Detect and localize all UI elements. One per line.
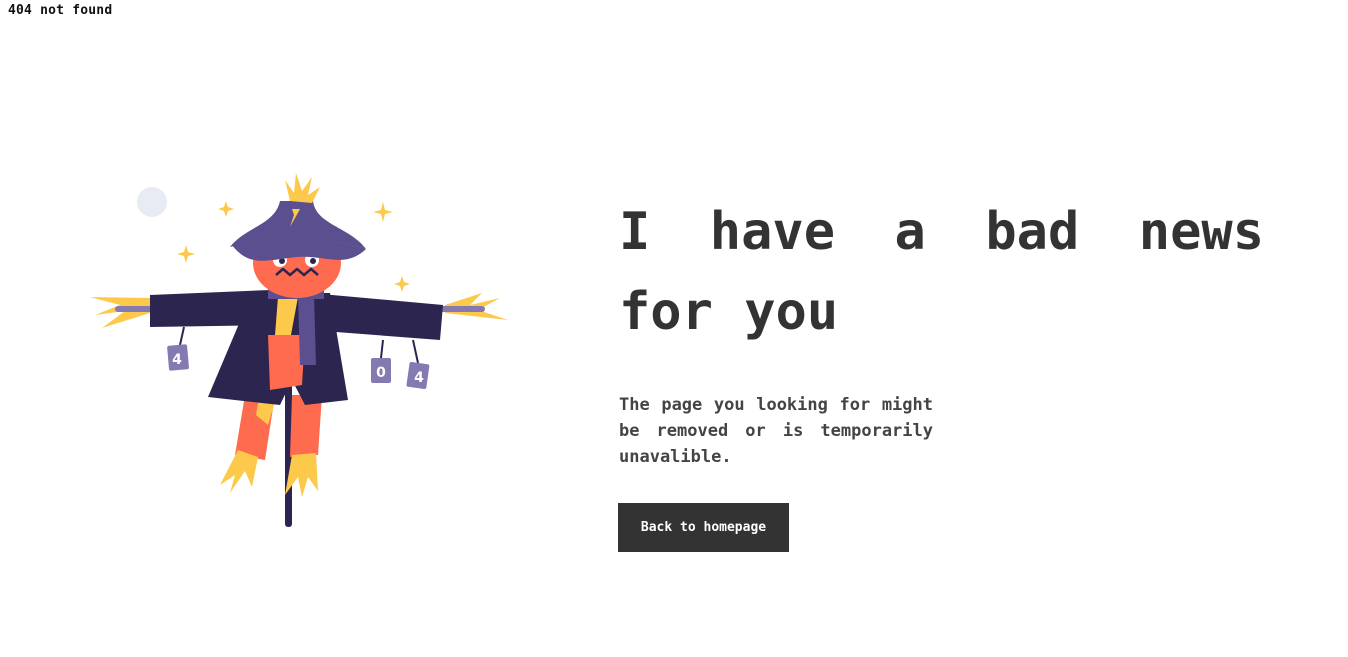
back-to-homepage-button[interactable]: Back to homepage	[618, 503, 789, 552]
error-description: The page you looking for might be remove…	[619, 395, 933, 467]
scarecrow-illustration: 4 0 4	[90, 173, 508, 527]
sparkle-icon	[218, 201, 234, 217]
svg-text:4: 4	[414, 370, 424, 386]
page-headline: I have a bad news for you	[619, 192, 1264, 352]
sparkle-icon	[373, 202, 393, 222]
moon-icon	[137, 187, 167, 217]
sparkle-icon	[177, 245, 195, 263]
error-message-panel: I have a bad news for you The page you l…	[619, 192, 1279, 470]
svg-text:0: 0	[376, 365, 386, 381]
headline-line-2: for you	[619, 282, 839, 342]
page-status-label: 404 not found	[8, 3, 113, 18]
svg-text:4: 4	[172, 352, 182, 368]
headline-line-1: I have a bad news	[619, 202, 1264, 262]
sparkle-icon	[394, 276, 410, 292]
